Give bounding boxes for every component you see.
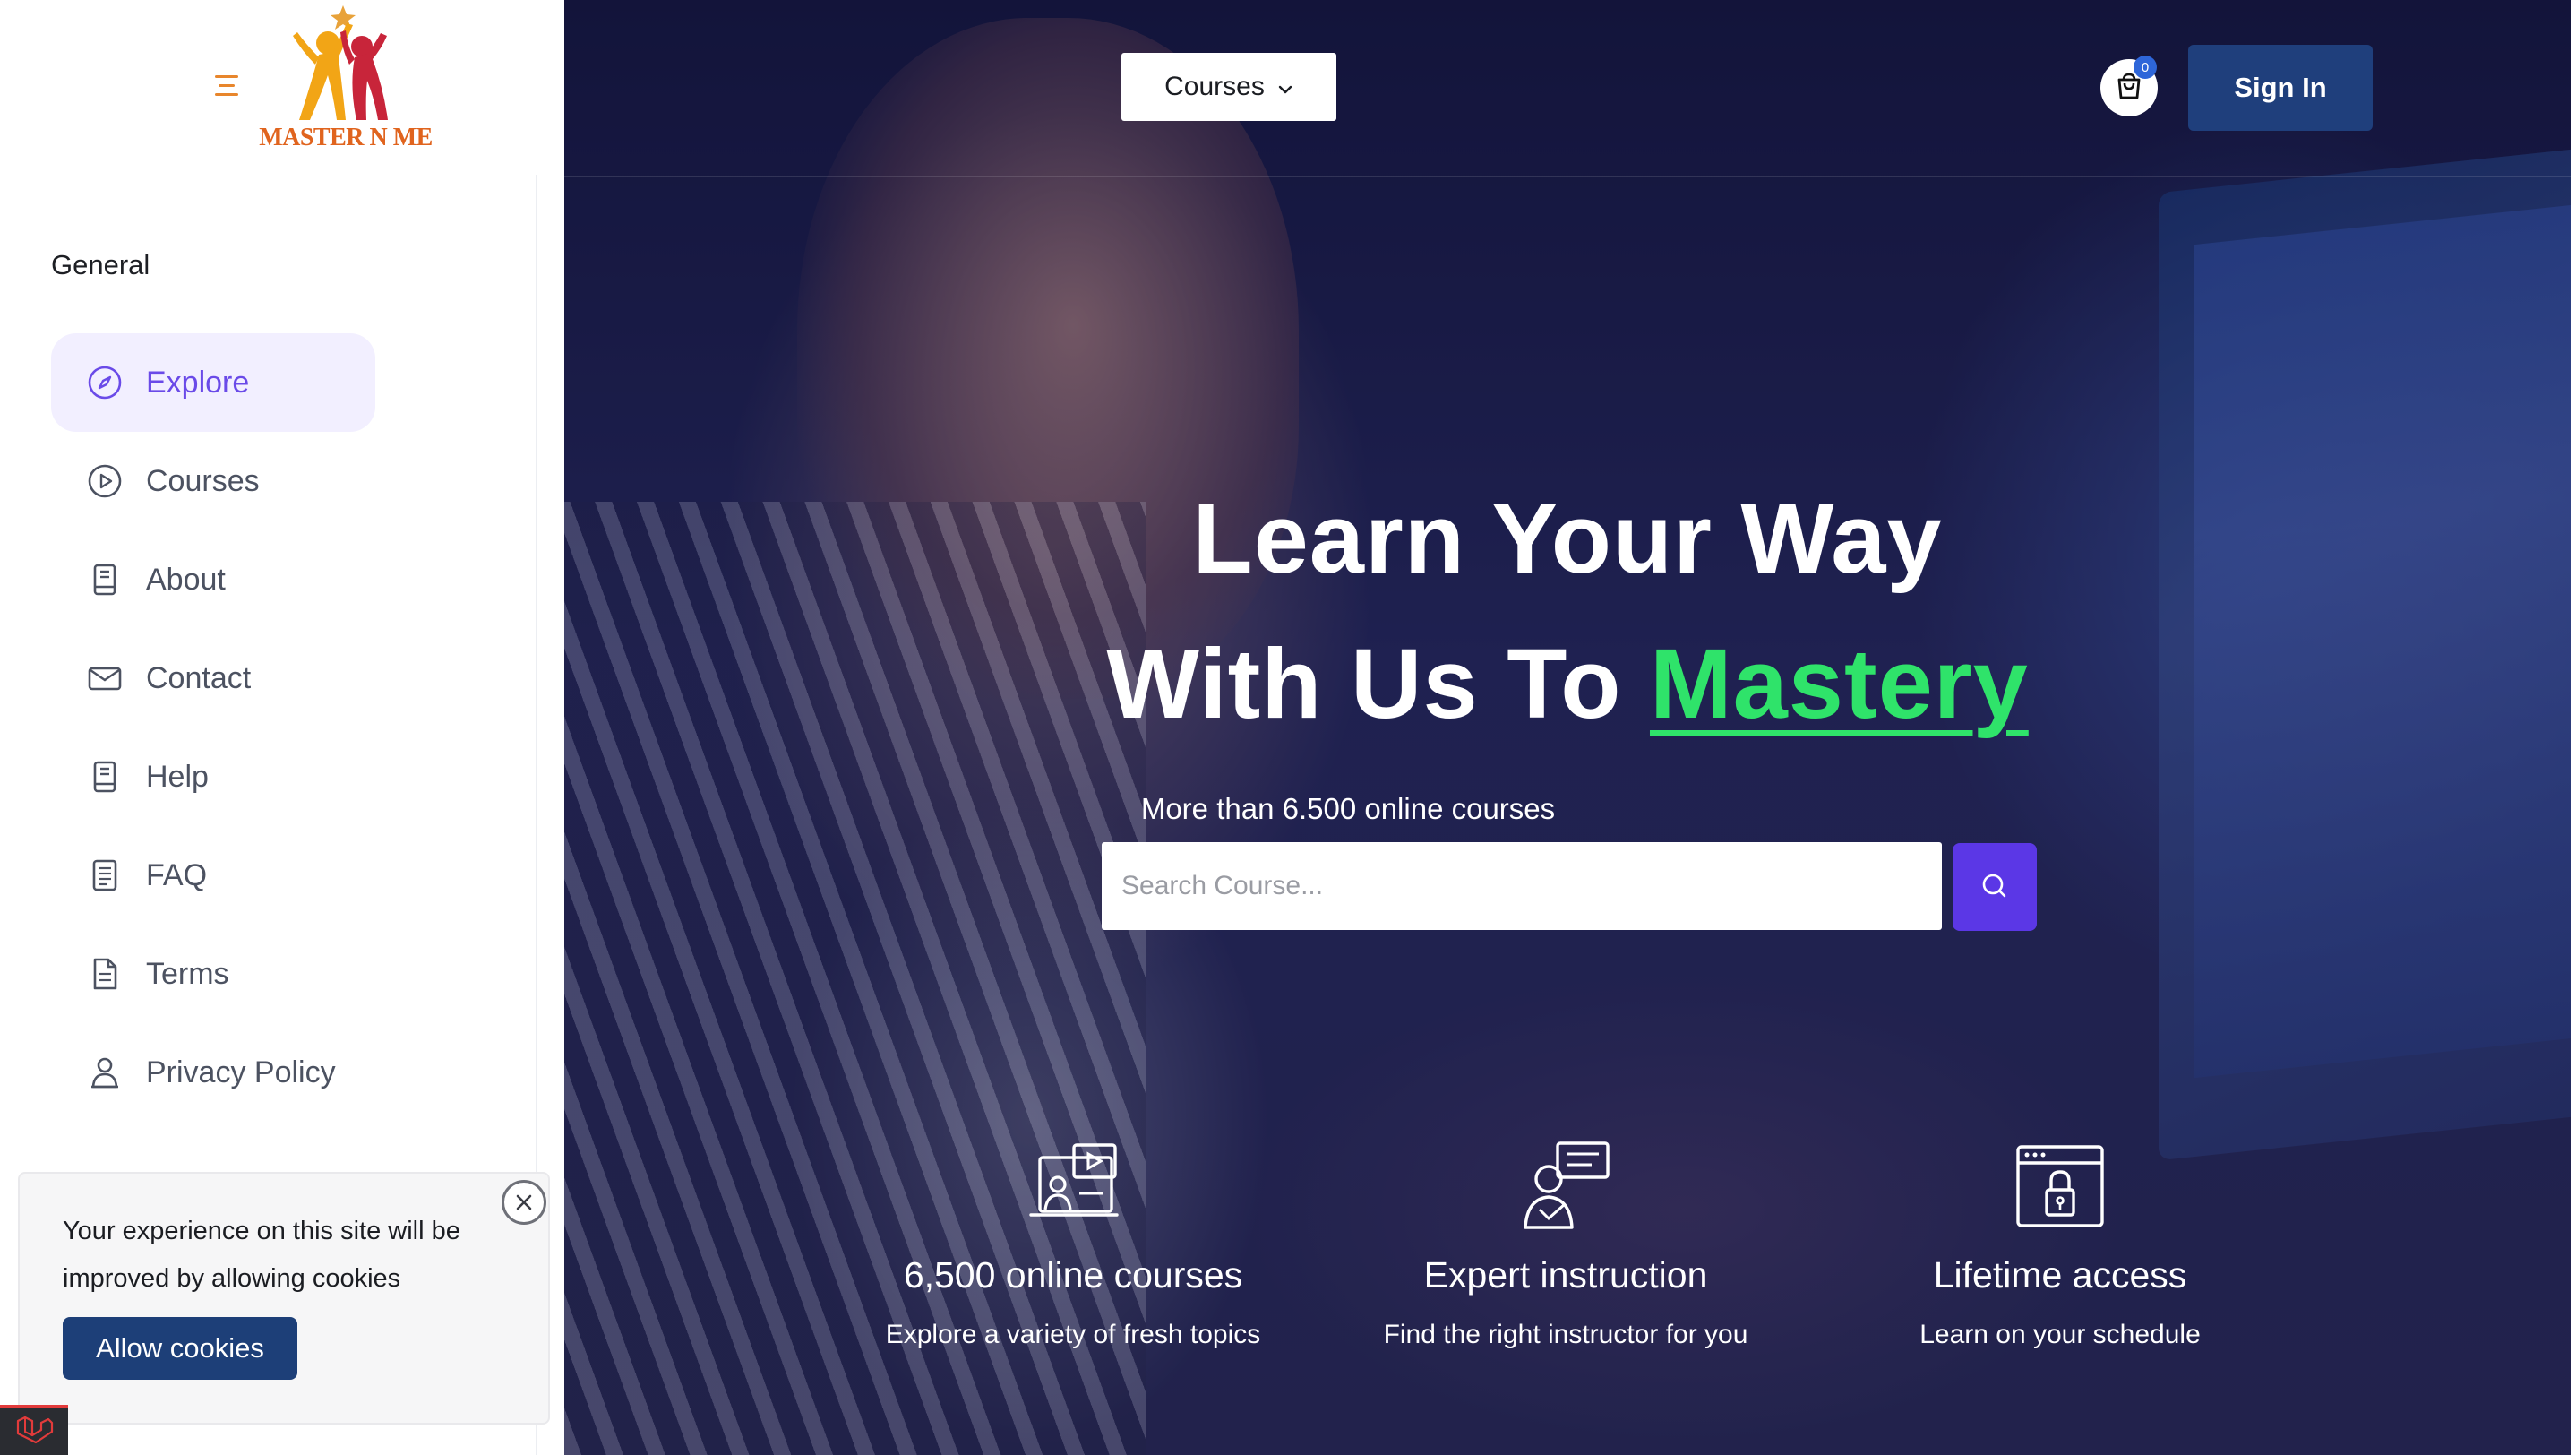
book-icon xyxy=(85,560,125,599)
hero-title-line2: With Us To Mastery xyxy=(564,627,2571,741)
sign-in-button[interactable]: Sign In xyxy=(2188,45,2373,131)
cart-count-badge: 0 xyxy=(2134,56,2157,79)
hero: Courses 0 Sign In Learn Your Way With Us… xyxy=(564,0,2571,1455)
laravel-icon[interactable] xyxy=(0,1405,68,1455)
sidebar-item-label: Privacy Policy xyxy=(146,1055,336,1089)
sidebar-item-faq[interactable]: FAQ xyxy=(51,826,375,925)
feature-description: Learn on your schedule xyxy=(1919,1320,2201,1349)
close-icon[interactable] xyxy=(502,1180,546,1225)
compass-icon xyxy=(85,363,125,402)
list-document-icon xyxy=(85,856,125,895)
book-icon xyxy=(85,757,125,796)
feature-title: Lifetime access xyxy=(1933,1254,2187,1296)
hero-subtitle: More than 6.500 online courses xyxy=(1140,792,1556,825)
cookie-banner: Your experience on this site will be imp… xyxy=(18,1172,550,1425)
user-icon xyxy=(85,1053,125,1092)
hero-title-line1: Learn Your Way xyxy=(1192,484,1943,594)
sidebar-item-label: Explore xyxy=(146,365,250,400)
play-circle-icon xyxy=(85,461,125,501)
feature-description: Explore a variety of fresh topics xyxy=(885,1320,1261,1349)
feature-online-courses: 6,500 online courses Explore a variety o… xyxy=(840,1138,1306,1350)
feature-lifetime-access: Lifetime access Learn on your schedule xyxy=(1827,1138,2293,1350)
document-icon xyxy=(85,954,125,994)
hero-title-highlight: Mastery xyxy=(1649,629,2029,739)
sidebar-item-privacy-policy[interactable]: Privacy Policy xyxy=(51,1023,375,1122)
sidebar-item-label: Contact xyxy=(146,660,252,695)
sidebar: MASTER N ME General Explore Courses Abou… xyxy=(0,0,564,1455)
sidebar-item-help[interactable]: Help xyxy=(51,728,375,826)
sidebar-item-label: Terms xyxy=(146,956,229,991)
sidebar-item-explore[interactable]: Explore xyxy=(51,333,375,432)
search-input[interactable] xyxy=(1102,842,1942,930)
chevron-down-icon xyxy=(1277,72,1293,102)
search-button[interactable] xyxy=(1953,843,2037,931)
menu-toggle-icon[interactable] xyxy=(215,72,244,100)
instructor-icon xyxy=(1524,1141,1610,1229)
sidebar-item-contact[interactable]: Contact xyxy=(51,629,375,728)
feature-title: 6,500 online courses xyxy=(903,1254,1243,1296)
section-title-general: General xyxy=(51,249,150,280)
search-icon xyxy=(1979,871,2010,904)
logo-text: MASTER N ME xyxy=(259,124,433,151)
envelope-icon xyxy=(85,659,125,698)
video-course-icon xyxy=(1029,1143,1119,1217)
allow-cookies-button[interactable]: Allow cookies xyxy=(63,1317,297,1380)
logo[interactable]: MASTER N ME xyxy=(256,5,435,158)
feature-expert-instruction: Expert instruction Find the right instru… xyxy=(1333,1138,1799,1350)
logo-figures-icon xyxy=(293,5,388,120)
sidebar-item-label: FAQ xyxy=(146,857,208,892)
sidebar-item-label: Help xyxy=(146,759,209,794)
hero-title-prefix: With Us To xyxy=(1106,629,1650,739)
sidebar-item-about[interactable]: About xyxy=(51,530,375,629)
header-divider xyxy=(564,176,2571,177)
sidebar-item-terms[interactable]: Terms xyxy=(51,925,375,1023)
feature-description: Find the right instructor for you xyxy=(1383,1320,1748,1349)
sidebar-item-label: Courses xyxy=(146,463,260,498)
cookie-message: Your experience on this site will be imp… xyxy=(63,1217,460,1293)
courses-dropdown[interactable]: Courses xyxy=(1121,53,1336,121)
sidebar-nav: Explore Courses About Contact Help FAQ T… xyxy=(51,333,375,1122)
courses-dropdown-label: Courses xyxy=(1164,72,1265,101)
sidebar-item-label: About xyxy=(146,562,226,597)
feature-title: Expert instruction xyxy=(1423,1254,1708,1296)
sidebar-item-courses[interactable]: Courses xyxy=(51,432,375,530)
page: MASTER N ME General Explore Courses Abou… xyxy=(0,0,2576,1455)
lock-browser-icon xyxy=(2016,1145,2104,1227)
